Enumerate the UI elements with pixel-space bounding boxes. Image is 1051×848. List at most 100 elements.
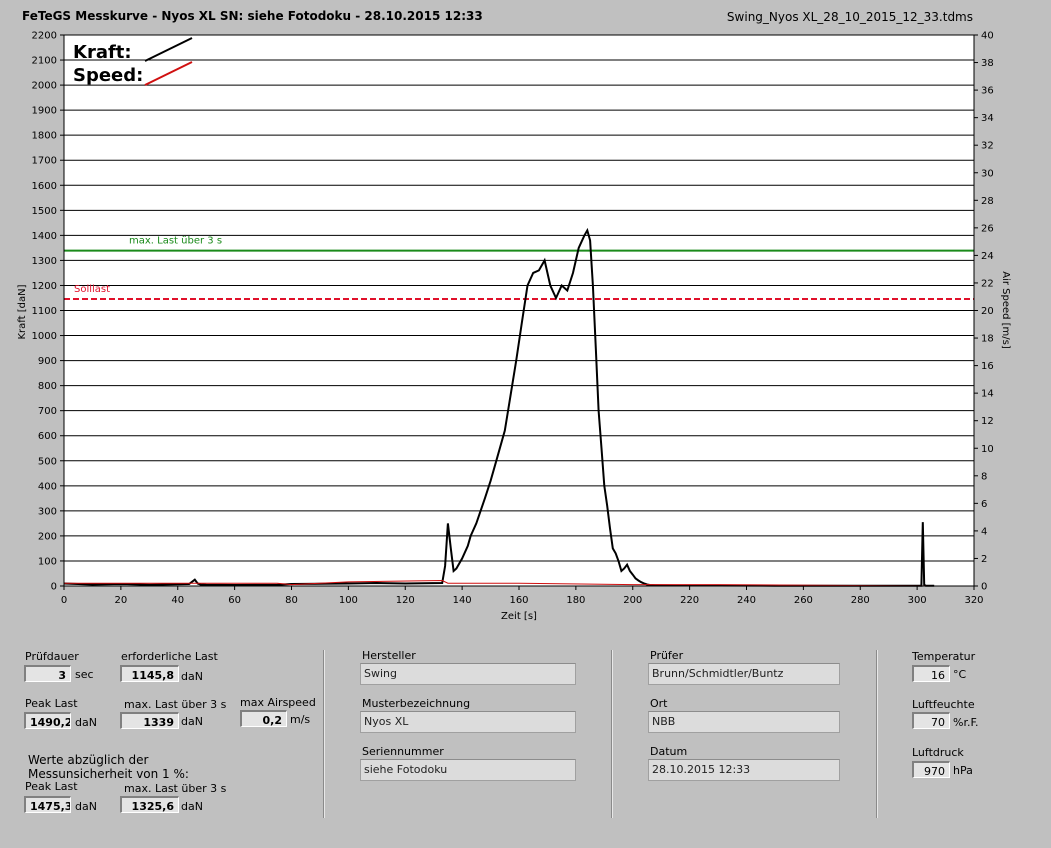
legend-label-speed: Speed: [73, 65, 143, 86]
y-right-tick-label: 30 [981, 168, 994, 179]
luftfeuchte-unit: %r.F. [953, 716, 979, 729]
y-right-tick-label: 6 [981, 499, 987, 510]
max-last-corr-field: 1325,6 [120, 796, 179, 813]
peak-last-field: 1490,2 [24, 712, 71, 729]
y-left-tick-label: 2000 [32, 81, 57, 92]
seriennummer-field: siehe Fotodoku [360, 759, 576, 781]
pruefdauer-unit: sec [75, 668, 94, 681]
y-left-tick-label: 500 [38, 456, 57, 467]
y-left-tick-label: 800 [38, 381, 57, 392]
max-airspeed-field: 0,2 [240, 710, 287, 727]
peak-last-unit: daN [75, 716, 97, 729]
hersteller-field: Swing [360, 663, 576, 685]
temperatur-unit: °C [953, 668, 967, 681]
pruefdauer-label: Prüfdauer [25, 650, 79, 663]
y-right-tick-label: 26 [981, 223, 994, 234]
luftdruck-label: Luftdruck [912, 746, 964, 759]
y-right-tick-label: 20 [981, 306, 994, 317]
y-left-tick-label: 1500 [32, 206, 57, 217]
x-tick-label: 120 [396, 595, 415, 606]
divider [611, 650, 613, 818]
max-last-unit: daN [181, 715, 203, 728]
y-right-tick-label: 22 [981, 278, 994, 289]
y-left-tick-label: 600 [38, 431, 57, 442]
y-right-tick-label: 14 [981, 389, 994, 400]
y-right-tick-label: 40 [981, 31, 994, 42]
x-tick-label: 280 [851, 595, 870, 606]
x-tick-label: 100 [339, 595, 358, 606]
temperatur-label: Temperatur [912, 650, 976, 663]
y-left-tick-label: 400 [38, 481, 57, 492]
musterbezeichnung-field: Nyos XL [360, 711, 576, 733]
peak-last-label: Peak Last [25, 697, 78, 710]
x-tick-label: 300 [908, 595, 927, 606]
max-airspeed-unit: m/s [290, 713, 311, 726]
erforderliche-last-unit: daN [181, 670, 203, 683]
reference-line-label: Solllast [74, 284, 110, 295]
legend-label-kraft: Kraft: [73, 42, 132, 63]
x-tick-label: 180 [566, 595, 585, 606]
pruefer-field: Brunn/Schmidtler/Buntz [648, 663, 840, 685]
y-left-tick-label: 900 [38, 356, 57, 367]
x-tick-label: 220 [680, 595, 699, 606]
reference-line-label: max. Last über 3 s [129, 236, 222, 247]
y-left-tick-label: 1900 [32, 106, 57, 117]
x-ticks: 0 20 40 60 80 100 120 140 160 180 200 220 240 260 280 3… [61, 586, 984, 606]
datum-field: 28.10.2015 12:33 [648, 759, 840, 781]
pruefdauer-field: 3 [24, 665, 71, 682]
y-left-tick-label: 1600 [32, 181, 57, 192]
y-left-tick-label: 0 [51, 582, 57, 593]
seriennummer-label: Seriennummer [362, 745, 444, 758]
y-right-tick-label: 34 [981, 113, 994, 124]
erforderliche-last-label: erforderliche Last [121, 650, 218, 663]
x-tick-label: 200 [623, 595, 642, 606]
y-right-tick-label: 8 [981, 471, 987, 482]
y-left-tick-label: 300 [38, 506, 57, 517]
x-tick-label: 140 [453, 595, 472, 606]
y-axis-left-label: Kraft [daN] [17, 284, 28, 339]
max-airspeed-label: max Airspeed [240, 696, 316, 709]
x-tick-label: 320 [964, 595, 983, 606]
y-right-tick-label: 10 [981, 444, 994, 455]
y-axis-right-label: Air Speed [m/s] [1000, 271, 1011, 349]
luftfeuchte-field: 70 [912, 712, 950, 729]
y-left-tick-label: 1700 [32, 156, 57, 167]
y-left-ticks: 0 100 200 300 400 500 600 700 800 900 1000 1100 1200… [32, 31, 64, 593]
x-tick-label: 240 [737, 595, 756, 606]
y-right-tick-label: 12 [981, 416, 994, 427]
y-right-tick-label: 18 [981, 334, 994, 345]
y-left-tick-label: 1100 [32, 306, 57, 317]
y-right-tick-label: 38 [981, 58, 994, 69]
temperatur-field: 16 [912, 665, 950, 682]
x-tick-label: 20 [115, 595, 128, 606]
y-left-tick-label: 100 [38, 556, 57, 567]
chart: 0100200300400500600700800900100011001200… [17, 31, 1011, 623]
ort-label: Ort [650, 697, 668, 710]
divider [876, 650, 878, 818]
y-right-tick-label: 0 [981, 582, 987, 593]
x-tick-label: 160 [509, 595, 528, 606]
musterbezeichnung-label: Musterbezeichnung [362, 697, 471, 710]
y-left-tick-label: 1800 [32, 131, 57, 142]
y-right-tick-label: 24 [981, 251, 994, 262]
y-left-tick-label: 2100 [32, 56, 57, 67]
x-tick-label: 260 [794, 595, 813, 606]
peak-last-corr-unit: daN [75, 800, 97, 813]
max-last-field: 1339 [120, 712, 179, 729]
y-right-tick-label: 16 [981, 361, 994, 372]
datum-label: Datum [650, 745, 688, 758]
luftdruck-unit: hPa [953, 764, 973, 777]
max-last-label: max. Last über 3 s [124, 698, 227, 711]
peak-last-corr-field: 1475,3 [24, 796, 71, 813]
erforderliche-last-field: 1145,8 [120, 665, 179, 682]
x-tick-label: 0 [61, 595, 67, 606]
y-right-tick-label: 4 [981, 526, 987, 537]
hersteller-label: Hersteller [362, 649, 416, 662]
werte-note-line2: Messunsicherheit von 1 %: [28, 767, 189, 781]
y-right-tick-label: 32 [981, 141, 994, 152]
luftfeuchte-label: Luftfeuchte [912, 698, 975, 711]
divider [323, 650, 325, 818]
y-left-tick-label: 2200 [32, 31, 57, 42]
y-left-tick-label: 1400 [32, 231, 57, 242]
y-left-tick-label: 1300 [32, 256, 57, 267]
